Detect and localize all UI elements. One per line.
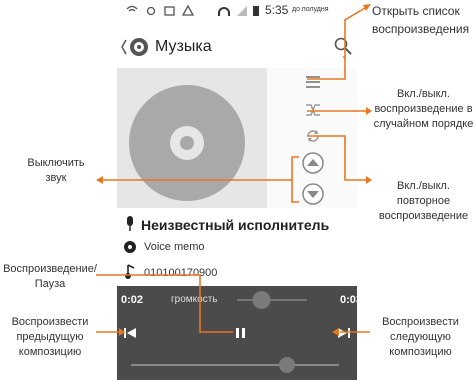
callout-mute: [100, 156, 299, 203]
annotation-next: Воспроизвести следующую композицию: [382, 316, 459, 358]
annotation-playpause: Воспроизведение/Пауза: [3, 263, 97, 290]
annotation-repeat: Вкл./выкл. повторное воспроизведение: [378, 180, 469, 222]
annotation-prev: Воспроизвести предыдущую композицию: [11, 316, 89, 358]
callout-repeat: [307, 135, 370, 181]
annotation-mute: Выключить звук: [27, 157, 85, 184]
callout-playlist: [307, 7, 366, 80]
annotation-playlist: Открыть список воспроизведения: [372, 4, 470, 36]
annotation-shuffle: Вкл./выкл. воспроизведение в случайном п…: [373, 88, 474, 130]
callout-playpause: [96, 274, 233, 333]
